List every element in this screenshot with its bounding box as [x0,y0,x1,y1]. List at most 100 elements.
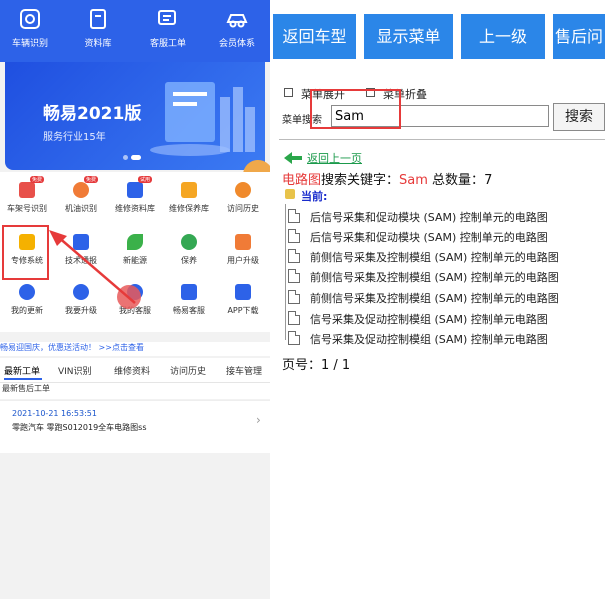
result-item[interactable]: 后信号采集和促动模块 (SAM) 控制单元的电路图 [288,209,548,225]
oil-drop-icon [73,182,89,198]
grid-item-visit-history[interactable]: 访问历史 [216,182,270,214]
grid-item-maintenance[interactable]: 保养 [162,234,216,266]
active-tab-indicator [4,378,42,380]
badge: 试用 [138,176,153,183]
back-arrow-icon [284,152,302,164]
nav-label: 客服工单 [149,39,186,49]
grid-label: 访问历史 [227,204,259,213]
grid-item-user-upgrade[interactable]: 用户升级 [216,234,270,266]
search-doc-icon [181,182,197,198]
maintenance-icon [181,234,197,250]
book-icon [127,182,143,198]
book-icon [90,9,106,29]
result-link[interactable]: 后信号采集和促动模块 (SAM) 控制单元的电路图 [310,231,548,244]
tab-bar: 最新工单 VIN识别 维修资料 访问历史 接车管理 [0,358,270,383]
result-link[interactable]: 信号采集及促动控制模组 (SAM) 控制单元电路图 [310,333,548,346]
vin-scan-icon [19,182,35,198]
result-link[interactable]: 信号采集及促动控制模组 (SAM) 控制单元电路图 [310,313,548,326]
upgrade-icon [235,234,251,250]
result-item[interactable]: 信号采集及促动控制模组 (SAM) 控制单元电路图 [288,331,548,347]
result-link[interactable]: 后信号采集和促动模块 (SAM) 控制单元的电路图 [310,211,548,224]
grid-label: 我的更新 [11,306,43,315]
chat-icon [158,10,176,25]
tab-reception[interactable]: 接车管理 [226,364,262,377]
promo-banner[interactable]: 畅易2021版 服务行业15年 [5,62,265,170]
nav-label: 会员体系 [218,39,255,49]
grid-item-changyi-service[interactable]: 畅易客服 [162,284,216,316]
document-icon [288,209,300,223]
search-button[interactable]: 搜索 [553,103,605,131]
play-icon [235,284,251,300]
clock-icon [235,182,251,198]
banner-subtitle: 服务行业15年 [43,132,106,143]
ticket-card[interactable]: 2021-10-21 16:53:51 零跑汽车 零跑S012019全车电路图s… [0,400,270,453]
ticket-text: 零跑汽车 零跑S012019全车电路图ss [12,423,147,432]
result-prefix: 电路图 [282,173,322,188]
nav-label: 资料库 [84,39,112,49]
ticket-date: 2021-10-21 16:53:51 [12,409,97,418]
tab-repair-info[interactable]: 维修资料 [114,364,150,377]
section-subhead: 最新售后工单 [0,383,270,399]
divider [279,139,605,140]
result-link[interactable]: 前侧信号采集及控制模组 (SAM) 控制单元的电路图 [310,251,559,264]
current-label: 当前: [301,190,328,203]
grid-item-maintenance-library[interactable]: 维修保养库 [162,182,216,214]
notice-bar[interactable]: 畅易迎国庆，优惠送活动！ >>点击查看 [0,342,270,356]
annotation-arrow-icon [49,230,136,304]
badge: 免费 [84,176,99,183]
count-value: 7 [484,173,493,188]
grid-label: 车架号识别 [7,204,47,213]
grid-item-vin-recognition[interactable]: 免费 车架号识别 [0,176,54,214]
expand-icon [284,88,293,97]
top-nav: 车辆识别 资料库 客服工单 会员体系 [0,0,270,62]
result-link[interactable]: 前侧信号采集及控制模组 (SAM) 控制单元的电路图 [310,292,559,305]
result-item[interactable]: 后信号采集和促动模块 (SAM) 控制单元的电路图 [288,229,548,245]
pager-label: 页号： [282,358,322,373]
grid-label: 畅易客服 [173,306,205,315]
document-icon [288,229,300,243]
document-icon [288,269,300,283]
show-menu-button[interactable]: 显示菜单 [364,14,453,59]
pager: 页号：1 / 1 [282,354,350,373]
keyword-value: Sam [399,173,428,188]
document-icon [288,249,300,263]
notice-link[interactable]: >>点击查看 [99,343,144,352]
nav-item-vehicle-id[interactable]: 车辆识别 [0,8,60,49]
folder-icon [285,189,295,199]
back-link[interactable]: 返回上一页 [307,150,362,166]
pager-value: 1 / 1 [321,358,351,373]
car-scan-icon [20,9,40,29]
tab-history[interactable]: 访问历史 [170,364,206,377]
grid-item-repair-library[interactable]: 试用 维修资料库 [108,176,162,214]
carousel-dot-active[interactable] [131,155,141,160]
notice-text: 畅易迎国庆，优惠送活动！ [0,343,96,352]
document-icon [288,290,300,304]
result-item[interactable]: 前侧信号采集及控制模组 (SAM) 控制单元的电路图 [288,249,559,265]
count-label: 总数量： [427,173,485,188]
after-sales-button[interactable]: 售后问 [553,14,605,59]
result-summary: 电路图搜索关键字：Sam 总数量：7 [282,169,492,188]
result-item[interactable]: 前侧信号采集及控制模组 (SAM) 控制单元的电路图 [288,290,559,306]
grid-item-oil-recognition[interactable]: 免费 机油识别 [54,176,108,214]
result-link[interactable]: 前侧信号采集及控制模组 (SAM) 控制单元的电路图 [310,271,559,284]
nav-item-library[interactable]: 资料库 [68,8,128,49]
back-to-model-button[interactable]: 返回车型 [273,14,356,59]
carousel-dot[interactable] [123,155,128,160]
grid-item-app-download[interactable]: APP下载 [216,284,270,316]
document-icon [288,331,300,345]
chevron-right-icon: › [256,413,261,427]
nav-item-membership[interactable]: 会员体系 [207,8,267,49]
grid-label: 用户升级 [227,256,259,265]
tree-line [285,204,286,340]
up-one-level-button[interactable]: 上一级 [461,14,545,59]
grid-label: APP下载 [227,306,259,315]
nav-item-service-ticket[interactable]: 客服工单 [138,8,198,49]
document-icon [288,311,300,325]
keyword-label: 搜索关键字： [321,173,400,188]
banner-illustration [150,82,255,156]
result-item[interactable]: 信号采集及促动控制模组 (SAM) 控制单元电路图 [288,311,548,327]
tab-vin[interactable]: VIN识别 [58,364,92,377]
result-item[interactable]: 前侧信号采集及控制模组 (SAM) 控制单元的电路图 [288,269,559,285]
grid-label: 机油识别 [65,204,97,213]
tab-latest-tickets[interactable]: 最新工单 [4,364,40,377]
